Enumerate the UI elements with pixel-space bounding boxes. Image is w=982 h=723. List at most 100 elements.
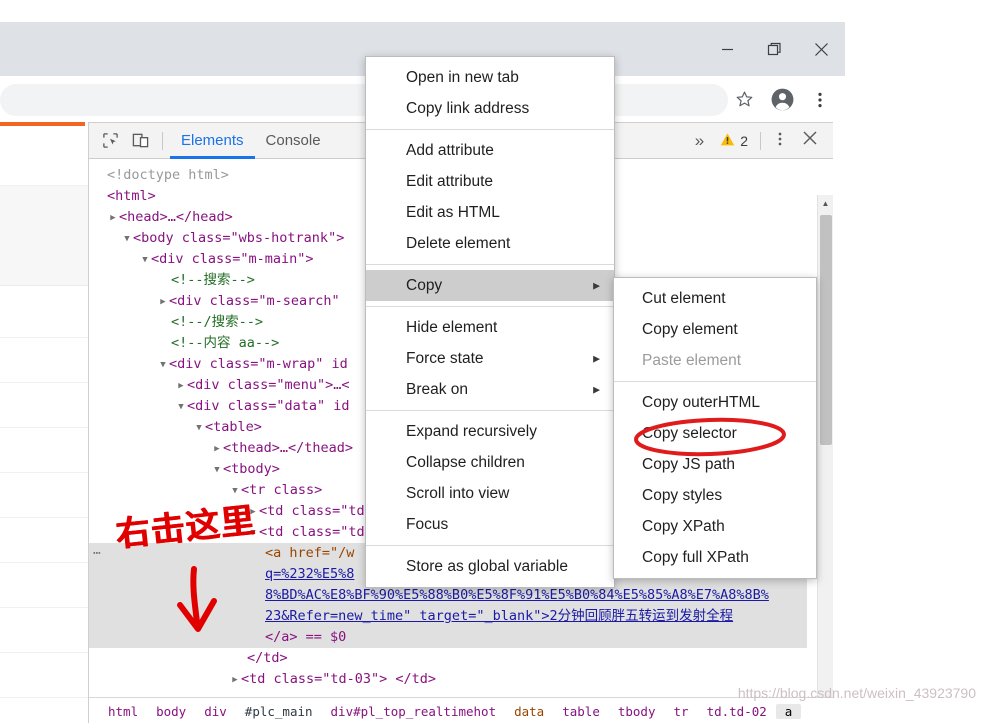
breadcrumb-item-html[interactable]: html [99, 704, 147, 719]
dom-node-td-03[interactable]: <td class="td-03"> </td> [89, 669, 807, 690]
menu-item-add-attribute[interactable]: Add attribute [366, 135, 614, 166]
submenu-item-cut-element[interactable]: Cut element [614, 283, 816, 314]
menu-item-open-in-new-tab[interactable]: Open in new tab [366, 62, 614, 93]
three-dot-menu-icon[interactable] [803, 83, 837, 117]
devtools-scroll-thumb[interactable] [820, 215, 832, 445]
dom-node-td-close[interactable]: </td> [89, 648, 807, 669]
breadcrumb-item-tbody[interactable]: tbody [609, 704, 665, 719]
toolbar-divider [162, 131, 163, 150]
breadcrumb-item-tr[interactable]: tr [665, 704, 698, 719]
dom-node-body-text: <body class="wbs-hotrank"> [133, 230, 345, 246]
menu-item-force-state[interactable]: Force state ▶ [366, 343, 614, 374]
submenu-item-copy-full-xpath[interactable]: Copy full XPath [614, 542, 816, 573]
tab-console[interactable]: Console [255, 123, 332, 159]
star-icon[interactable] [727, 83, 761, 117]
dom-node-div-data-text: <div class="data" id [187, 398, 350, 414]
submenu-item-paste-element: Paste element [642, 352, 742, 369]
tab-elements[interactable]: Elements [170, 123, 255, 159]
device-toolbar-icon[interactable] [125, 127, 155, 155]
context-menu[interactable]: Open in new tab Copy link address Add at… [365, 56, 615, 588]
dom-node-table-text: <table> [205, 419, 262, 435]
chevron-double-right-icon[interactable]: » [687, 131, 712, 151]
twisty-closed-icon[interactable] [107, 208, 119, 229]
twisty-open-icon[interactable] [157, 355, 169, 376]
menu-item-delete-element[interactable]: Delete element [366, 228, 614, 259]
twisty-open-icon[interactable] [139, 250, 151, 271]
inspect-element-icon[interactable] [95, 127, 125, 155]
devtools-close-icon[interactable] [795, 130, 825, 151]
menu-item-hide-element[interactable]: Hide element [366, 312, 614, 343]
twisty-closed-icon[interactable] [175, 376, 187, 397]
twisty-closed-icon[interactable] [229, 670, 241, 691]
twisty-open-icon[interactable] [211, 460, 223, 481]
down-arrow-annotation [168, 565, 230, 640]
submenu-separator [614, 381, 816, 382]
breadcrumb: html body div #plc_main div#pl_top_realt… [89, 697, 833, 723]
menu-item-copy-link-address[interactable]: Copy link address [366, 93, 614, 124]
submenu-item-copy-styles[interactable]: Copy styles [614, 480, 816, 511]
toolbar-divider-2 [760, 131, 761, 150]
menu-item-copy-label: Copy [406, 277, 443, 294]
dom-node-head-text: <head>…</head> [119, 209, 233, 225]
chevron-right-icon: ▶ [593, 384, 600, 394]
dom-node-doctype-text: <!doctype html> [107, 167, 229, 183]
chevron-right-icon: ▶ [593, 280, 600, 290]
dom-node-thead-text: <thead>…</thead> [223, 440, 354, 456]
breadcrumb-item-td-02[interactable]: td.td-02 [698, 704, 776, 719]
breadcrumb-item-data[interactable]: data [505, 704, 553, 719]
menu-item-scroll-into-view[interactable]: Scroll into view [366, 478, 614, 509]
menu-item-expand-recursively[interactable]: Expand recursively [366, 416, 614, 447]
twisty-open-icon[interactable] [193, 418, 205, 439]
menu-item-collapse-children[interactable]: Collapse children [366, 447, 614, 478]
twisty-closed-icon[interactable] [211, 439, 223, 460]
dom-node-href-line-3[interactable]: 23&Refer=new_time" target="_blank">2分钟回顾… [265, 608, 733, 624]
address-bar[interactable] [0, 84, 728, 116]
breadcrumb-item-pl-top-realtimehot[interactable]: div#pl_top_realtimehot [322, 704, 506, 719]
account-circle-icon[interactable] [765, 83, 799, 117]
dom-node-href-line-1[interactable]: q=%232%E5%8 [265, 566, 354, 582]
devtools-scrollbar[interactable]: ▲ ▼ [817, 195, 833, 723]
devtools-three-dot-menu-icon[interactable] [767, 131, 793, 151]
menu-item-focus[interactable]: Focus [366, 509, 614, 540]
dom-node-href-line-2[interactable]: 8%BD%AC%E8%BF%90%E5%88%B0%E5%8F%91%E5%B0… [265, 587, 769, 603]
close-icon[interactable] [798, 22, 845, 76]
menu-item-force-state-label: Force state [406, 350, 484, 367]
submenu-item-copy-xpath[interactable]: Copy XPath [614, 511, 816, 542]
dom-comment-content: <!--内容 aa--> [171, 335, 280, 351]
restore-icon[interactable] [751, 22, 798, 76]
chevron-right-icon: ▶ [593, 353, 600, 363]
menu-item-edit-attribute[interactable]: Edit attribute [366, 166, 614, 197]
menu-item-store-as-global-variable[interactable]: Store as global variable [366, 551, 614, 582]
menu-item-copy[interactable]: Copy ▶ [366, 270, 614, 301]
page-content-sliver [0, 126, 88, 723]
dom-node-anchor-close: </a> == $0 [265, 629, 347, 645]
dom-comment-search: <!--搜索--> [171, 272, 255, 288]
breadcrumb-item-body[interactable]: body [147, 704, 195, 719]
dom-node-overflow-dots[interactable]: ⋯ [93, 543, 102, 564]
breadcrumb-item-a[interactable]: a [775, 703, 802, 719]
red-ellipse-highlight [630, 415, 790, 464]
scroll-up-arrow-icon[interactable]: ▲ [818, 195, 833, 211]
twisty-closed-icon[interactable] [157, 292, 169, 313]
breadcrumb-item-plc-main[interactable]: #plc_main [236, 704, 322, 719]
menu-item-break-on[interactable]: Break on ▶ [366, 374, 614, 405]
dom-node-div-msearch-text: <div class="m-search" [169, 293, 340, 309]
dom-node-td-03-text: <td class="td-03"> </td> [241, 671, 437, 687]
menu-separator [366, 306, 614, 307]
twisty-open-icon[interactable] [121, 229, 133, 250]
menu-item-edit-as-html[interactable]: Edit as HTML [366, 197, 614, 228]
warning-indicator[interactable]: 2 [714, 132, 754, 150]
dom-node-anchor-open: <a href="/w [265, 545, 355, 561]
twisty-open-icon[interactable] [175, 397, 187, 418]
warning-count: 2 [740, 132, 748, 149]
minimize-icon[interactable] [704, 22, 751, 76]
dom-node-div-mwrap-text: <div class="m-wrap" id [169, 356, 348, 372]
dom-node-td-01-text: <td class="td [259, 503, 365, 519]
dom-node-td-02-text: <td class="td [259, 524, 365, 540]
warning-triangle-icon [720, 132, 735, 150]
breadcrumb-item-table[interactable]: table [553, 704, 609, 719]
submenu-item-copy-element[interactable]: Copy element [614, 314, 816, 345]
breadcrumb-item-div[interactable]: div [195, 704, 236, 719]
menu-separator [366, 545, 614, 546]
submenu-item-copy-outerhtml[interactable]: Copy outerHTML [614, 387, 816, 418]
